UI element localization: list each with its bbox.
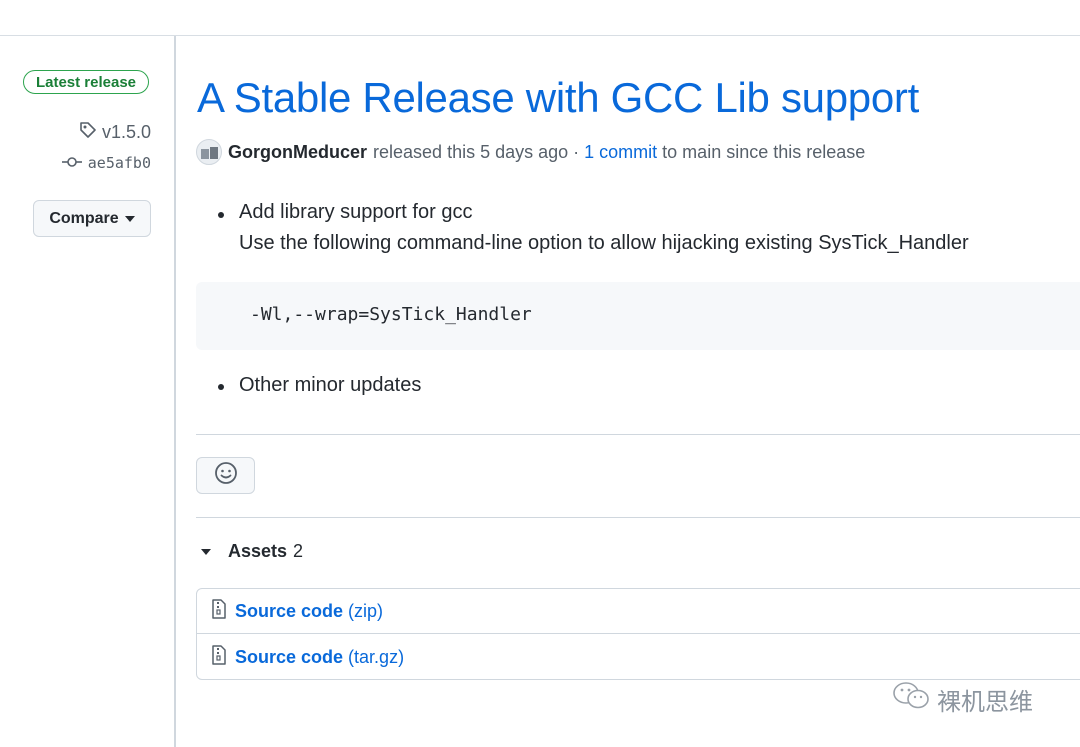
- compare-label: Compare: [49, 209, 119, 227]
- triangle-down-icon: [201, 548, 211, 555]
- caret-down-icon: [124, 215, 135, 222]
- assets-toggle[interactable]: Assets 2: [201, 541, 303, 562]
- note-item-2: Other minor updates: [239, 374, 422, 396]
- watermark: 裸机思维: [891, 680, 1033, 718]
- author-link[interactable]: GorgonMeducer: [228, 142, 367, 163]
- tag-icon: [78, 120, 98, 145]
- asset-name[interactable]: Source code: [235, 601, 343, 622]
- assets-count: 2: [293, 541, 304, 561]
- asset-name[interactable]: Source code: [235, 647, 343, 668]
- commit-sha: ae5afb0: [87, 154, 151, 172]
- compare-button[interactable]: Compare: [33, 200, 151, 237]
- code-text: -Wl,--wrap=SysTick_Handler: [250, 304, 532, 325]
- assets-list: Source code (zip) Source code (tar.gz): [196, 588, 1080, 680]
- smiley-icon: [214, 461, 238, 490]
- asset-ext[interactable]: (zip): [348, 601, 383, 622]
- asset-ext[interactable]: (tar.gz): [348, 647, 404, 668]
- code-block: -Wl,--wrap=SysTick_Handler: [196, 282, 1080, 350]
- wechat-icon: [891, 680, 931, 718]
- timeline-line: [174, 36, 176, 747]
- asset-row[interactable]: Source code (zip): [197, 589, 1080, 634]
- commit-suffix: to main since this release: [662, 141, 866, 162]
- note-item-1: Add library support for gcc: [239, 201, 473, 223]
- note-item-1-detail: Use the following command-line option to…: [239, 232, 969, 254]
- released-text: released this 5 days ago: [373, 141, 569, 162]
- add-reaction-button[interactable]: [196, 457, 255, 494]
- divider: [196, 517, 1080, 518]
- divider: [196, 434, 1080, 435]
- commits-link[interactable]: 1 commit: [584, 142, 657, 163]
- avatar[interactable]: [196, 139, 222, 165]
- release-commit-link[interactable]: ae5afb0: [61, 154, 151, 172]
- assets-label: Assets: [228, 541, 288, 561]
- file-zip-icon: [211, 598, 227, 624]
- file-zip-icon: [211, 645, 227, 670]
- bullet-icon: [218, 384, 224, 390]
- bullet-icon: [218, 212, 224, 218]
- asset-row[interactable]: Source code (tar.gz): [197, 635, 1080, 680]
- meta-separator: ·: [573, 141, 580, 162]
- git-commit-icon: [61, 154, 82, 172]
- release-title[interactable]: A Stable Release with GCC Lib support: [197, 74, 919, 122]
- watermark-text: 裸机思维: [937, 687, 1033, 716]
- latest-release-label: Latest release: [35, 73, 137, 91]
- tag-label: v1.5.0: [101, 122, 151, 142]
- latest-release-badge: Latest release: [23, 70, 149, 94]
- release-tag-link[interactable]: v1.5.0: [78, 120, 151, 145]
- release-meta: GorgonMeducer released this 5 days ago ·…: [196, 139, 865, 165]
